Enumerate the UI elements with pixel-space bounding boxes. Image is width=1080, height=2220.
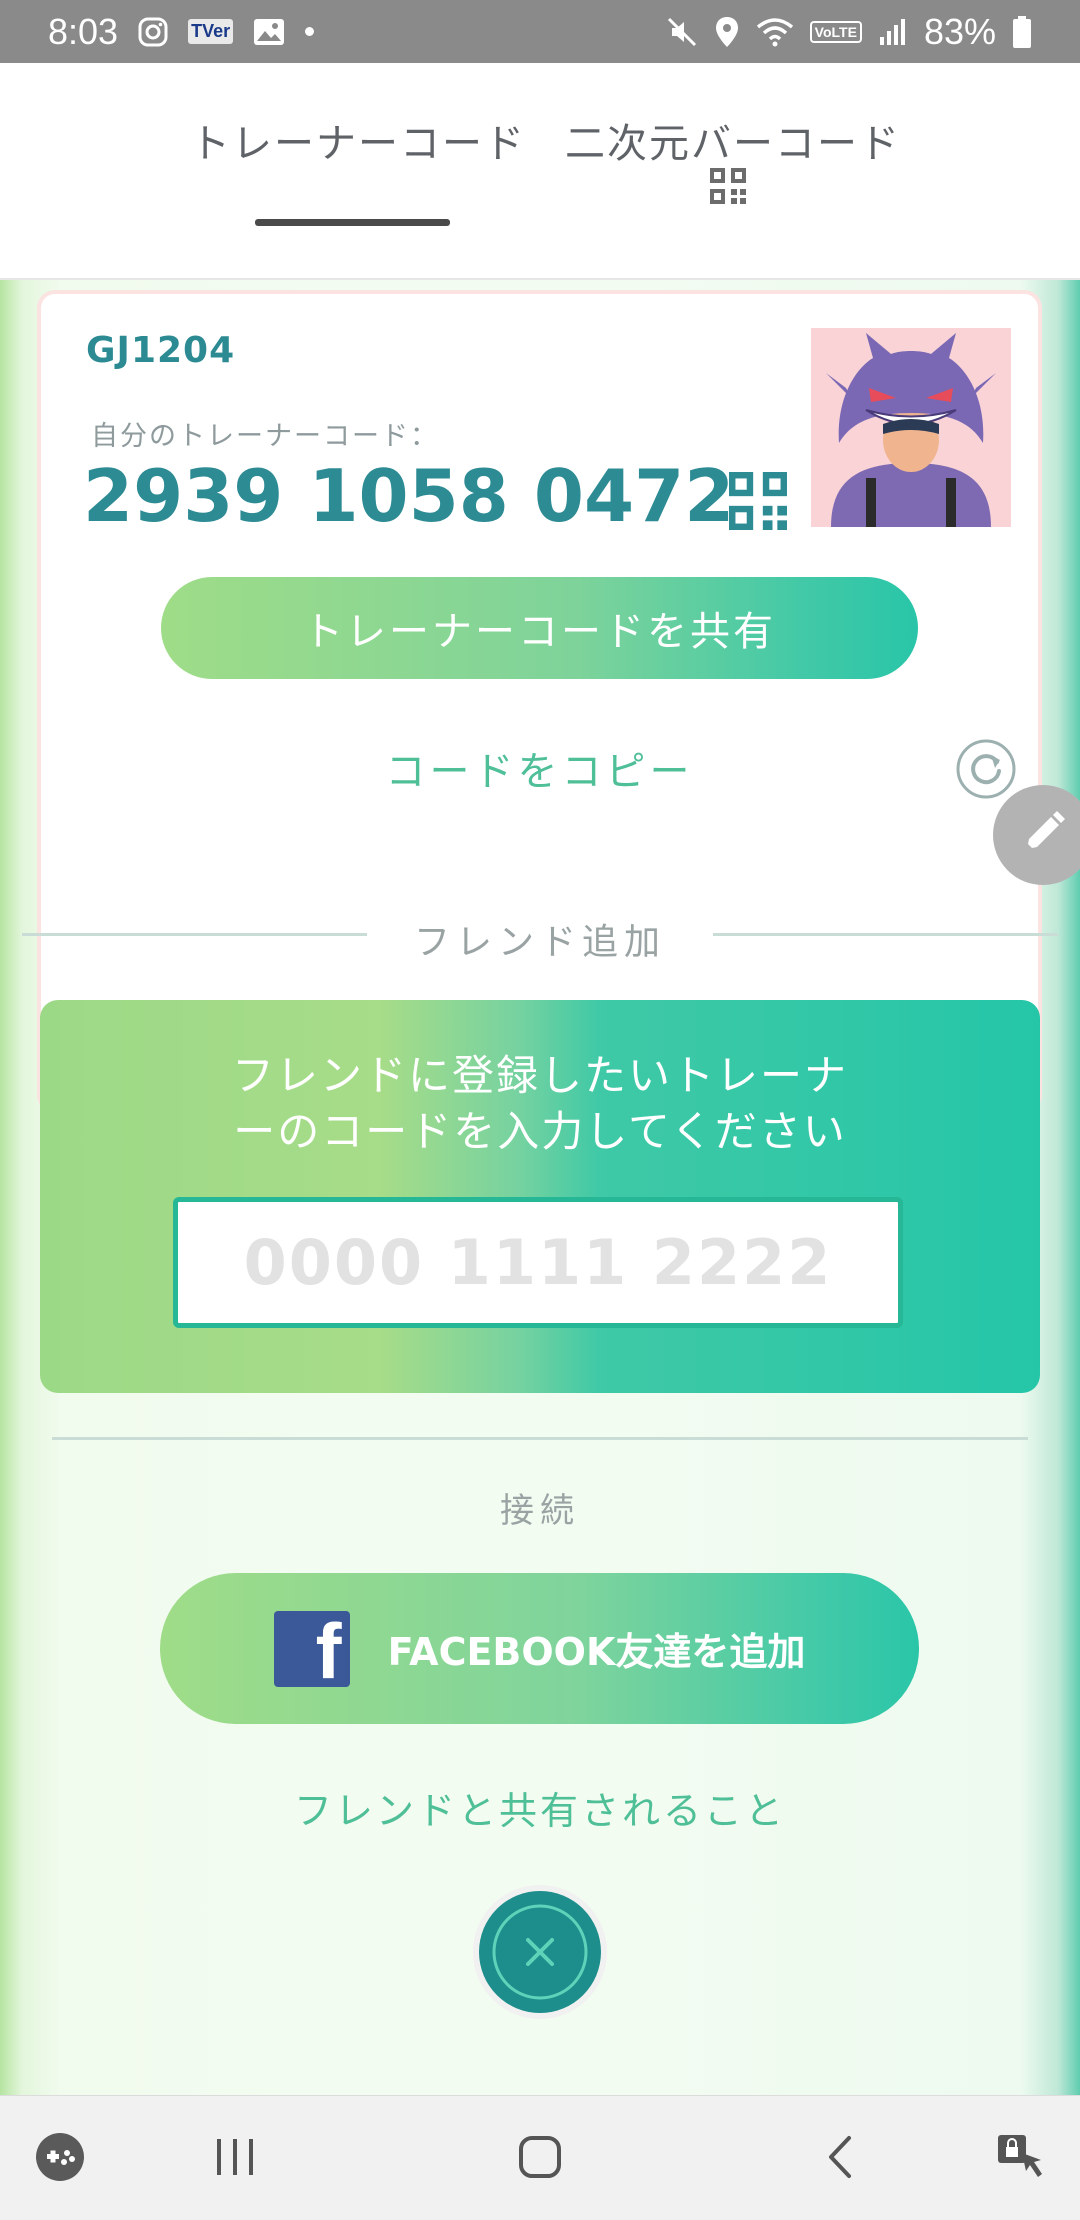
friend-code-input[interactable] bbox=[173, 1197, 903, 1328]
close-button[interactable] bbox=[473, 1885, 607, 2019]
refresh-icon[interactable] bbox=[955, 738, 1017, 804]
instagram-icon bbox=[138, 17, 168, 47]
trainer-code-value: 2939 1058 0472 bbox=[83, 454, 735, 538]
friend-add-section-label: フレンド追加 bbox=[413, 922, 666, 963]
status-bar: 8:03 TVer VoLTE 83% bbox=[0, 0, 1080, 63]
tab-header: トレーナーコード 二次元バーコード bbox=[0, 63, 1080, 280]
friend-add-instruction: フレンドに登録したいトレーナ ーのコードを入力してください bbox=[40, 1048, 1040, 1160]
friend-add-panel: フレンドに登録したいトレーナ ーのコードを入力してください bbox=[40, 1000, 1040, 1393]
qr-code-icon[interactable] bbox=[710, 168, 746, 208]
close-icon bbox=[479, 1891, 601, 2013]
facebook-button-label: FACEBOOK友達を追加 bbox=[387, 1630, 806, 1674]
instruction-line-1: フレンドに登録したいトレーナ bbox=[231, 1051, 848, 1100]
trainer-avatar bbox=[811, 328, 1011, 527]
connect-section-label: 接続 bbox=[500, 1491, 580, 1531]
signal-icon bbox=[878, 17, 908, 47]
status-left: 8:03 TVer bbox=[48, 10, 315, 53]
volte-icon: VoLTE bbox=[809, 20, 862, 43]
gamepad-icon bbox=[34, 2131, 86, 2187]
copy-code-link[interactable]: コードをコピー bbox=[41, 739, 1038, 797]
back-button[interactable] bbox=[810, 2096, 870, 2220]
trainer-card: GJ1204 自分のトレーナーコード： 2939 1058 0472 トレーナー… bbox=[37, 290, 1042, 1113]
qr-code-icon[interactable] bbox=[729, 472, 787, 534]
mute-icon bbox=[666, 16, 698, 48]
add-facebook-friends-button[interactable]: f FACEBOOK友達を追加 bbox=[160, 1573, 919, 1724]
screen-touch-lock-button[interactable] bbox=[990, 2096, 1050, 2220]
tab-selected-indicator bbox=[255, 219, 450, 226]
status-time: 8:03 bbox=[48, 10, 119, 52]
status-right: VoLTE 83% bbox=[666, 11, 1032, 53]
instruction-line-2: ーのコードを入力してください bbox=[233, 1107, 847, 1156]
pencil-icon bbox=[1017, 807, 1069, 863]
home-icon bbox=[518, 2135, 562, 2183]
location-icon bbox=[714, 16, 740, 48]
battery-percent: 83% bbox=[923, 10, 996, 52]
game-tools-button[interactable] bbox=[30, 2096, 90, 2220]
battery-icon bbox=[1012, 15, 1032, 49]
facebook-logo-icon: f bbox=[273, 1610, 350, 1687]
touch-lock-icon bbox=[994, 2131, 1046, 2187]
wifi-icon bbox=[756, 17, 794, 47]
trainer-name: GJ1204 bbox=[86, 330, 236, 371]
back-icon bbox=[825, 2135, 855, 2183]
main-content: GJ1204 自分のトレーナーコード： 2939 1058 0472 トレーナー… bbox=[0, 280, 1080, 2095]
tver-app-icon: TVer bbox=[188, 19, 234, 44]
notification-dot-icon bbox=[305, 27, 315, 36]
home-button[interactable] bbox=[505, 2096, 575, 2220]
recent-apps-icon bbox=[213, 2137, 257, 2181]
share-trainer-code-button[interactable]: トレーナーコードを共有 bbox=[161, 577, 918, 679]
shared-with-friends-link[interactable]: フレンドと共有されること bbox=[0, 1780, 1080, 1835]
trainer-code-label: 自分のトレーナーコード： bbox=[91, 421, 439, 452]
tab-qr-code[interactable]: 二次元バーコード bbox=[565, 111, 901, 169]
gallery-icon bbox=[253, 18, 285, 46]
system-nav-bar bbox=[0, 2095, 1080, 2220]
section-divider bbox=[52, 1437, 1028, 1440]
recent-apps-button[interactable] bbox=[205, 2096, 265, 2220]
tab-trainer-code[interactable]: トレーナーコード bbox=[190, 111, 526, 169]
